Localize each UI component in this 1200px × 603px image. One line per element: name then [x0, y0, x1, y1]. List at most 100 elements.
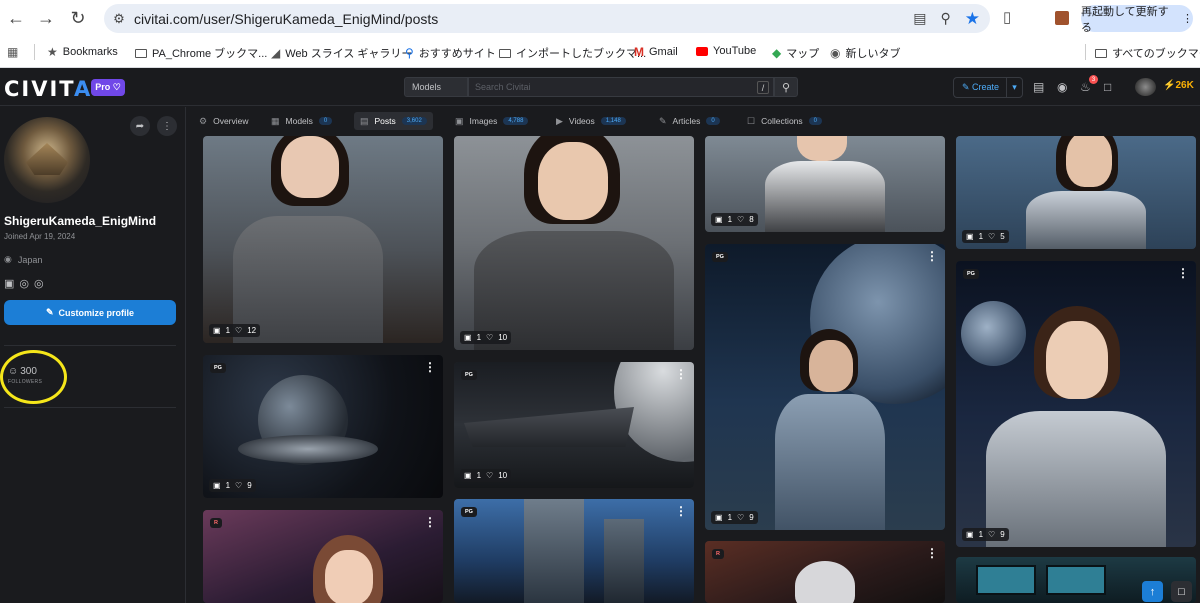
figure-body [765, 161, 885, 232]
url-text[interactable]: civitai.com/user/ShigeruKameda_EnigMind/… [134, 11, 438, 27]
heart-icon: ♡ [988, 530, 996, 539]
post-card[interactable]: ▣ 1 ♡ 10 [454, 136, 694, 350]
chat-icon[interactable]: □ [1104, 80, 1111, 94]
search-input[interactable]: Search Civitai / [468, 77, 774, 97]
figure-body [1026, 191, 1146, 249]
customize-profile-button[interactable]: ✎ Customize profile [4, 300, 176, 325]
tab-overview[interactable]: ⚙ Overview [193, 112, 255, 130]
post-card[interactable]: ▣ 1 ♡ 12 [203, 136, 443, 343]
figure-face [538, 142, 608, 220]
image-count-icon: ▣ [966, 530, 974, 539]
profile-joined-date: Joined Apr 19, 2024 [4, 232, 76, 241]
civitai-logo[interactable]: CIVITAI [4, 77, 102, 101]
globe-icon[interactable]: ◎ [19, 277, 29, 290]
browser-profile-avatar[interactable] [1055, 11, 1069, 25]
social-links: ▣ ◎ ◎ [4, 277, 44, 290]
cast-icon[interactable]: ▤ [913, 10, 926, 27]
create-button[interactable]: ✎ Create ▾ [953, 77, 1023, 98]
rating-badge: PG [461, 507, 477, 517]
eye-icon[interactable]: ◉ [1057, 80, 1067, 94]
post-card[interactable]: PG ⋮ ▣ 1 ♡ 9 [956, 261, 1196, 547]
globe-icon: ◉ [830, 46, 841, 60]
heart-icon: ♡ [486, 333, 494, 342]
home-icon: ⚙ [199, 115, 208, 126]
more-vert-icon[interactable]: ⋮ [926, 250, 938, 262]
more-vert-icon[interactable]: ⋮ [424, 361, 436, 373]
tab-posts[interactable]: ▤ Posts 3,602 [354, 112, 433, 130]
bookmark-item[interactable]: ⚲ おすすめサイト [405, 45, 496, 61]
sidebar-divider [4, 345, 176, 346]
bookmark-item[interactable]: ◆ マップ [772, 45, 819, 61]
tab-collections[interactable]: ☐ Collections 0 [741, 112, 828, 130]
post-card[interactable]: ▣ 1 ♡ 8 [705, 136, 945, 232]
upload-icon[interactable]: ▤ [1033, 80, 1044, 94]
more-vert-icon[interactable]: ⋮ [424, 516, 436, 528]
web-slice-icon: ◢ [271, 46, 281, 60]
chat-support-button[interactable]: □ [1171, 581, 1192, 602]
tab-images[interactable]: ▣ Images 4,788 [449, 112, 534, 130]
pro-badge[interactable]: Pro ♡ [91, 79, 125, 96]
buzz-balance[interactable]: ⚡26K [1163, 80, 1194, 91]
pencil-icon: ✎ [45, 307, 54, 317]
bookmark-item[interactable]: PA_Chrome ブックマ... [135, 45, 267, 61]
extensions-icon[interactable]: ▯ [1003, 8, 1011, 26]
bookmark-item[interactable]: YouTube [696, 45, 756, 57]
bookmark-star-icon[interactable]: ★ [965, 9, 980, 29]
more-vert-icon[interactable]: ⋮ [926, 547, 938, 559]
tab-articles[interactable]: ✎ Articles 0 [653, 112, 726, 130]
more-vert-icon[interactable]: ⋮ [157, 116, 177, 136]
more-vert-icon[interactable]: ⋮ [1177, 267, 1189, 279]
site-info-icon[interactable]: ⚙ [104, 11, 134, 27]
restart-update-button[interactable]: 再起動して更新する ⋮ [1081, 5, 1193, 34]
post-card[interactable]: R ⋮ [203, 510, 443, 603]
tab-videos[interactable]: ▶ Videos 1,148 [550, 112, 632, 130]
bookmark-item[interactable]: ◢ Web スライス ギャラリー [271, 45, 412, 61]
figure-face [1066, 136, 1112, 187]
post-card[interactable]: ▣ 1 ♡ 5 [956, 136, 1196, 249]
rating-badge: PG [712, 252, 728, 262]
post-card[interactable]: PG ⋮ [454, 499, 694, 603]
post-card[interactable]: R ⋮ [705, 541, 945, 603]
user-avatar[interactable] [1135, 78, 1156, 96]
figure-body [986, 411, 1166, 547]
back-icon[interactable]: ← [0, 2, 32, 34]
globe-icon[interactable]: ◎ [34, 277, 44, 290]
image-count-icon: ▣ [715, 215, 723, 224]
share-icon[interactable]: ➦ [130, 116, 150, 136]
location-pin-icon: ◉ [4, 254, 12, 264]
notification-badge: 3 [1089, 75, 1098, 84]
search-icon[interactable]: ⚲ [774, 77, 798, 97]
post-card[interactable]: PG ⋮ ▣ 1 ♡ 9 [705, 244, 945, 530]
all-bookmarks-item[interactable]: すべてのブックマーク [1095, 45, 1200, 61]
more-vert-icon[interactable]: ⋮ [675, 368, 687, 380]
post-stats: ▣ 1 ♡ 9 [711, 511, 758, 524]
rating-badge: PG [461, 370, 477, 380]
post-stats: ▣ 1 ♡ 9 [209, 479, 256, 492]
bookmark-item[interactable]: インポートしたブックマ... [499, 45, 646, 61]
figure-hair [795, 561, 855, 603]
bookmark-item[interactable]: M Gmail [634, 45, 678, 59]
chevron-down-icon[interactable]: ▾ [1006, 78, 1022, 97]
instagram-icon[interactable]: ▣ [4, 277, 14, 290]
reload-icon[interactable]: ↻ [62, 2, 94, 34]
rating-badge: R [712, 549, 724, 559]
scroll-top-button[interactable]: ↑ [1142, 581, 1163, 602]
star-icon: ★ [47, 45, 58, 59]
post-card[interactable]: PG ⋮ ▣ 1 ♡ 9 [203, 355, 443, 498]
forward-icon[interactable]: → [30, 2, 62, 34]
heart-icon: ♡ [235, 326, 243, 335]
highlight-annotation [0, 350, 67, 404]
bookmark-item[interactable]: ★ Bookmarks [47, 45, 118, 59]
bookmark-item[interactable]: ◉ 新しいタブ [830, 45, 900, 61]
more-vert-icon: ⋮ [1182, 13, 1193, 25]
search-scope-select[interactable]: Models [404, 77, 468, 97]
post-card[interactable]: PG ⋮ ▣ 1 ♡ 10 [454, 362, 694, 488]
tab-models[interactable]: ▦ Models 0 [265, 112, 338, 130]
address-bar[interactable]: ⚙ civitai.com/user/ShigeruKameda_EnigMin… [104, 4, 990, 33]
zoom-icon[interactable]: ⚲ [940, 10, 950, 27]
more-vert-icon[interactable]: ⋮ [675, 505, 687, 517]
apps-grid-icon[interactable]: ▦ [7, 45, 18, 59]
post-stats: ▣ 1 ♡ 5 [962, 230, 1009, 243]
heart-icon: ♡ [988, 232, 996, 241]
heart-icon: ♡ [486, 471, 494, 480]
